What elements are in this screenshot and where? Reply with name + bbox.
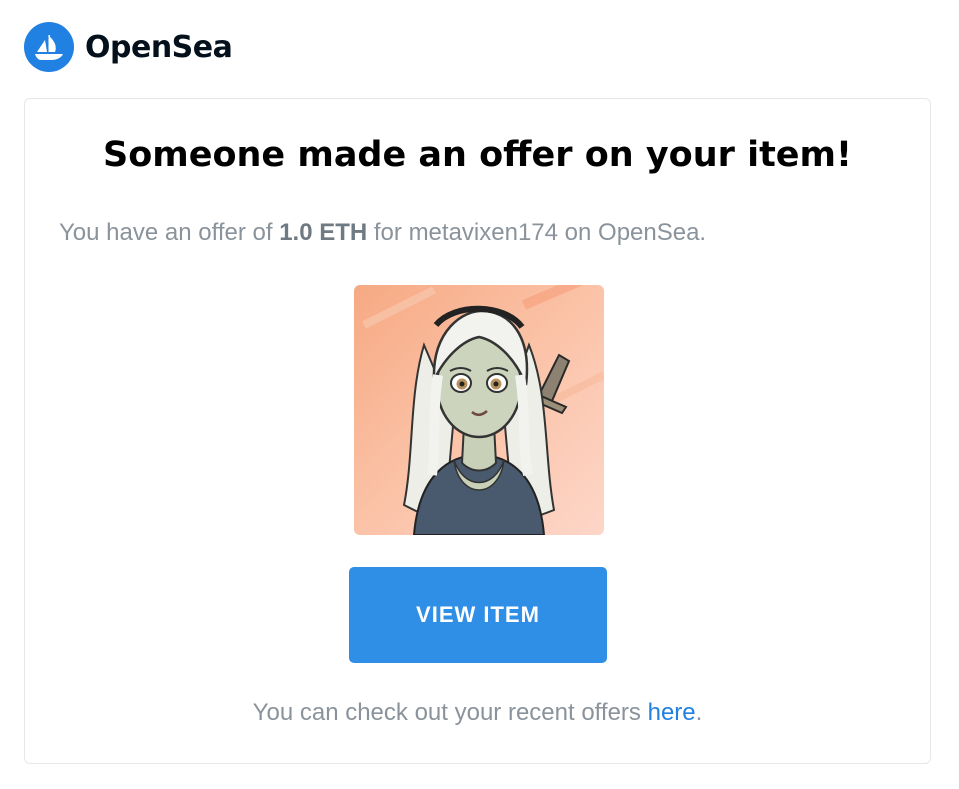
brand-name: OpenSea — [85, 29, 233, 65]
email-header: OpenSea — [24, 22, 233, 72]
opensea-logo-icon — [24, 22, 74, 72]
recent-offers-link[interactable]: here — [648, 699, 696, 726]
offer-description: You have an offer of 1.0 ETH for metavix… — [59, 219, 706, 247]
nft-image[interactable] — [354, 285, 604, 535]
recent-offers-note: You can check out your recent offers her… — [25, 699, 930, 727]
email-title: Someone made an offer on your item! — [103, 135, 852, 175]
offer-card: Someone made an offer on your item! You … — [24, 98, 931, 764]
offer-suffix: for metavixen174 on OpenSea. — [367, 219, 707, 246]
footer-suffix: . — [695, 699, 703, 726]
view-item-button[interactable]: VIEW ITEM — [349, 567, 607, 663]
footer-prefix: You can check out your recent offers — [252, 699, 648, 726]
offer-prefix: You have an offer of — [59, 219, 280, 246]
offer-amount: 1.0 ETH — [279, 219, 368, 246]
